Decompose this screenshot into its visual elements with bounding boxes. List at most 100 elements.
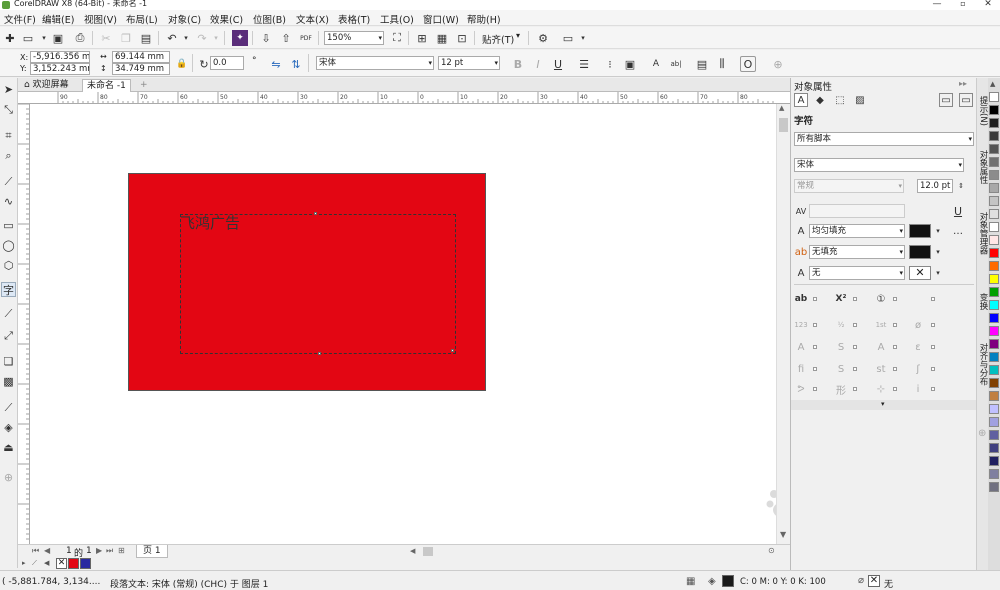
text-alignment-icon[interactable]: ☰	[576, 56, 592, 72]
vertical-ruler[interactable]	[18, 104, 30, 544]
underline-docker-icon[interactable]: U	[951, 204, 965, 218]
freehand-tool-icon[interactable]: ⟋	[1, 174, 16, 189]
palette-swatch[interactable]	[989, 274, 999, 284]
palette-swatch[interactable]	[989, 443, 999, 453]
ligature-icon[interactable]: fi	[794, 362, 808, 376]
palette-scroll-left-icon[interactable]: ◀	[44, 559, 49, 567]
background-fill-select[interactable]: 无填充 ▾	[809, 245, 905, 259]
outline-text-icon[interactable]: O	[740, 56, 756, 72]
palette-swatch[interactable]	[989, 339, 999, 349]
polygon-tool-icon[interactable]: ⬡	[1, 258, 16, 273]
palette-swatch[interactable]	[989, 391, 999, 401]
show-guidelines-icon[interactable]: ⊡	[454, 30, 470, 46]
contextual-alt-icon[interactable]: st	[874, 362, 888, 376]
scroll-left-icon[interactable]: ◀	[410, 547, 415, 555]
redo-dropdown-icon[interactable]: ▾	[208, 30, 224, 46]
copy-icon[interactable]: ❐	[118, 30, 134, 46]
opentype-numbers-icon[interactable]: 123	[794, 318, 808, 332]
feature-dropdown-square[interactable]	[893, 323, 897, 327]
mirror-horizontal-icon[interactable]: ⇋	[268, 56, 284, 72]
script-select[interactable]: 所有脚本 ▾	[794, 132, 974, 146]
menu-object[interactable]: 对象(C)	[168, 12, 201, 26]
cjk-width-icon[interactable]: 形	[834, 382, 848, 397]
outline-color-dropdown-icon[interactable]: ▾	[931, 266, 945, 280]
scroll-down-icon[interactable]: ▼	[780, 530, 786, 539]
drop-shadow-icon[interactable]: ❏	[1, 354, 16, 369]
doc-red-swatch[interactable]	[68, 558, 79, 569]
palette-swatch[interactable]	[989, 469, 999, 479]
frame-tab-icon[interactable]: ⬚	[833, 93, 847, 107]
add-tool-icon[interactable]: ⊕	[1, 470, 16, 485]
palette-swatch[interactable]	[989, 378, 999, 388]
bold-icon[interactable]: B	[510, 56, 526, 72]
palette-swatch[interactable]	[989, 222, 999, 232]
palette-scroll-up-icon[interactable]: ▲	[990, 80, 995, 88]
last-page-icon[interactable]: ⏭	[106, 546, 113, 556]
artistic-media-icon[interactable]: ∿	[1, 194, 16, 209]
text-properties-icon[interactable]: A	[648, 56, 664, 72]
menu-tools[interactable]: 工具(O)	[380, 12, 414, 26]
mirror-vertical-icon[interactable]: ⇅	[288, 56, 304, 72]
menu-table[interactable]: 表格(T)	[338, 12, 370, 26]
no-color-swatch[interactable]: ✕	[56, 558, 67, 569]
save-icon[interactable]: ▣	[50, 30, 66, 46]
paragraph-frame-icon[interactable]: ▭	[939, 93, 953, 107]
cut-icon[interactable]: ✂	[98, 30, 114, 46]
add-docker-icon[interactable]: ⊕	[978, 428, 986, 439]
ordinal-icon[interactable]: 1st	[874, 318, 888, 332]
new-tab-icon[interactable]: +	[136, 79, 152, 92]
palette-swatch[interactable]	[989, 365, 999, 375]
selection-handle-top[interactable]	[314, 212, 317, 215]
cjk-kana-icon[interactable]: ⅰ	[911, 382, 925, 396]
feature-dropdown-square[interactable]	[813, 367, 817, 371]
palette-swatch[interactable]	[989, 105, 999, 115]
smart-fill-icon[interactable]: ⏏	[1, 440, 16, 455]
superscript-icon[interactable]: X²	[834, 292, 848, 306]
scroll-up-icon[interactable]: ▲	[779, 104, 784, 112]
bullet-list-icon[interactable]: ⁝	[602, 56, 618, 72]
zoom-tool-icon[interactable]: ⌕	[1, 148, 16, 163]
palette-swatch[interactable]	[989, 300, 999, 310]
cjk-form-icon[interactable]: ᕗ	[794, 382, 808, 396]
cjk-vertical-icon[interactable]: ⊹	[874, 382, 888, 396]
import-icon[interactable]: ⇩	[258, 30, 274, 46]
menu-file[interactable]: 文件(F)	[4, 12, 36, 26]
print-icon[interactable]: ⎙	[72, 30, 88, 46]
application-launcher-icon[interactable]: ▭	[560, 30, 576, 46]
underline-text-icon[interactable]: ab	[794, 292, 808, 306]
next-page-icon[interactable]: ▶	[96, 546, 102, 555]
slashed-zero-icon[interactable]: ø	[911, 318, 925, 332]
palette-swatch[interactable]	[989, 404, 999, 414]
palette-swatch[interactable]	[989, 261, 999, 271]
interactive-fill-icon[interactable]: ◈	[1, 420, 16, 435]
y-position-input[interactable]: 3,152.243 mm	[30, 63, 90, 75]
background-fill-dropdown-icon[interactable]: ▾	[931, 245, 945, 259]
parallel-dimension-icon[interactable]: ⟋	[1, 306, 16, 321]
feature-dropdown-square[interactable]	[813, 297, 817, 301]
selection-handle-bottom[interactable]	[318, 352, 321, 355]
feature-dropdown-square[interactable]	[853, 367, 857, 371]
width-input[interactable]: 69.144 mm	[112, 51, 170, 63]
menu-edit[interactable]: 编辑(E)	[42, 12, 74, 26]
font-family-select-docker[interactable]: 宋体 ▾	[794, 158, 964, 172]
menu-window[interactable]: 窗口(W)	[423, 12, 459, 26]
launcher-dropdown-icon[interactable]: ▾	[575, 30, 591, 46]
font-size-stepper-icon[interactable]: ⇕	[954, 179, 968, 193]
horizontal-ruler[interactable]: 90 80 70 60 50 40 30 20 10 0 10 20 30 40 50 60 70 80	[18, 92, 790, 104]
swash-icon[interactable]: ε	[911, 340, 925, 354]
text-fill-color-dropdown-icon[interactable]: ▾	[931, 224, 945, 238]
edit-text-icon[interactable]: ab|	[668, 56, 684, 72]
palette-swatch[interactable]	[989, 131, 999, 141]
palette-swatch[interactable]	[989, 235, 999, 245]
navigator-icon[interactable]: ⊙	[768, 546, 775, 555]
canvas-text[interactable]: 飞鸿广告	[180, 212, 240, 233]
show-rulers-icon[interactable]: ⊞	[414, 30, 430, 46]
fill-tab-icon[interactable]: ◆	[813, 93, 827, 107]
feature-dropdown-square[interactable]	[893, 297, 897, 301]
transparency-icon[interactable]: ▩	[1, 374, 16, 389]
historical-forms-icon[interactable]: ʃ	[911, 362, 925, 376]
palette-swatch[interactable]	[989, 326, 999, 336]
snap-to-dropdown[interactable]: 贴齐(T)	[482, 32, 514, 46]
vertical-text-icon[interactable]: ⫼	[714, 56, 730, 72]
selection-handle-corner[interactable]	[451, 349, 454, 352]
